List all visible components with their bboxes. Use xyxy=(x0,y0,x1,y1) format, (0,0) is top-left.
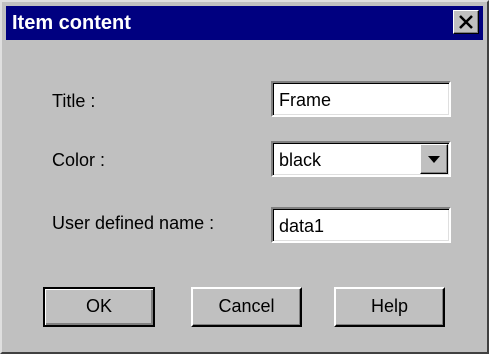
color-dropdown-button[interactable] xyxy=(420,144,448,174)
title-bar[interactable]: Item content xyxy=(6,6,483,40)
cancel-button[interactable]: Cancel xyxy=(191,287,302,327)
close-icon xyxy=(459,15,473,29)
user-defined-name-input[interactable]: data1 xyxy=(271,207,451,243)
user-defined-name-value: data1 xyxy=(279,216,325,236)
item-content-dialog: Item content Title : Frame Color : black… xyxy=(0,0,489,354)
ok-button[interactable]: OK xyxy=(43,287,155,327)
help-button[interactable]: Help xyxy=(334,287,445,327)
dialog-title: Item content xyxy=(12,12,131,34)
title-label: Title : xyxy=(52,91,96,111)
user-defined-name-label: User defined name : xyxy=(52,213,215,233)
close-button[interactable] xyxy=(453,10,479,34)
title-input-value: Frame xyxy=(279,90,332,110)
color-select-value: black xyxy=(279,150,322,170)
color-label: Color : xyxy=(52,150,106,170)
chevron-down-icon xyxy=(428,156,440,163)
title-input[interactable]: Frame xyxy=(271,81,451,117)
color-select[interactable]: black xyxy=(271,141,451,177)
